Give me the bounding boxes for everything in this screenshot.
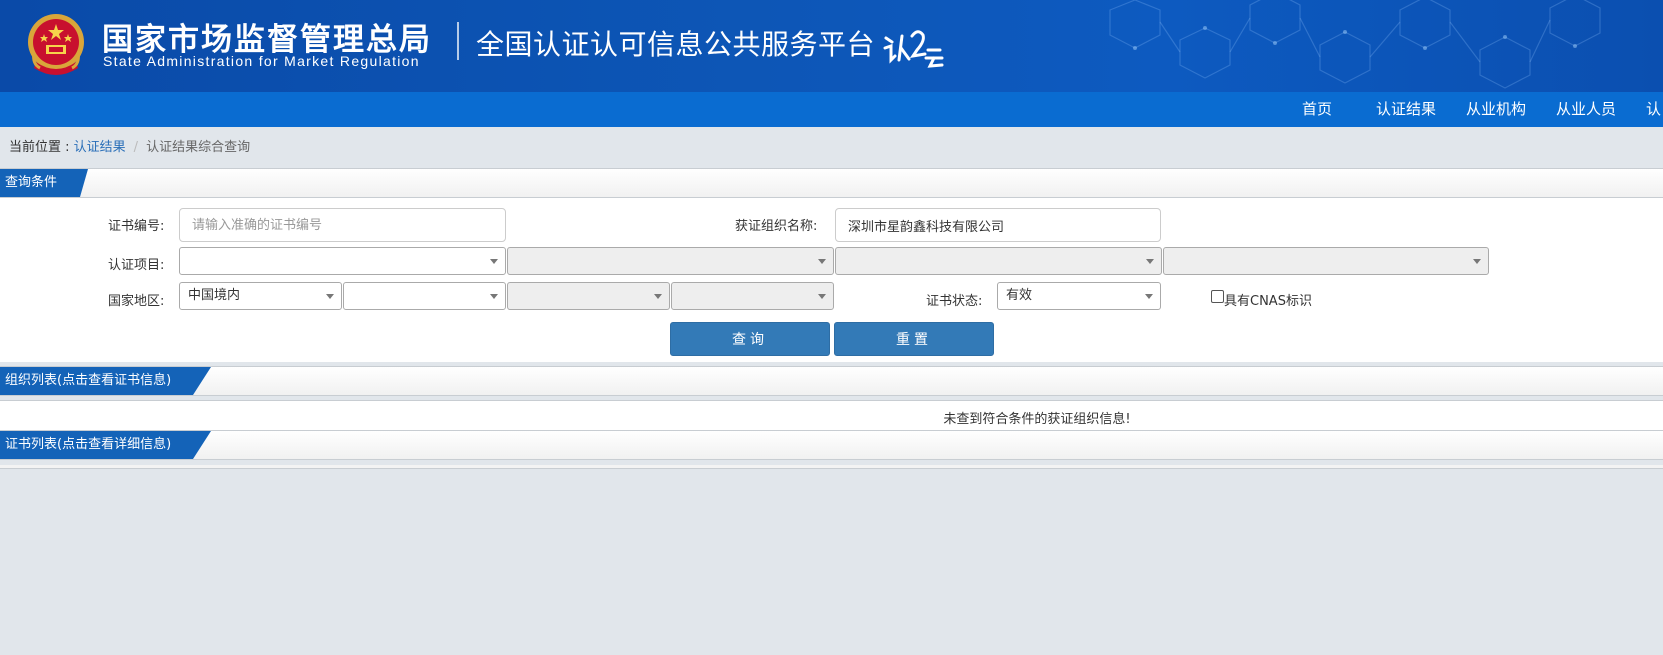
cert-no-label: 证书编号: <box>108 219 165 234</box>
breadcrumb: 当前位置 : 认证结果 / 认证结果综合查询 <box>9 136 250 155</box>
org-name-label: 获证组织名称: <box>735 219 818 234</box>
search-button[interactable]: 查询 <box>670 322 830 356</box>
cert-section-title: 证书列表(点击查看详细信息) <box>0 431 211 459</box>
ren-yun-logo-icon[interactable] <box>882 22 946 68</box>
national-emblem-icon <box>28 14 84 75</box>
reset-button[interactable]: 重置 <box>834 322 994 356</box>
query-section-title: 查询条件 <box>0 169 88 197</box>
org-section-title: 组织列表(点击查看证书信息) <box>0 367 211 395</box>
cert-project-select-4[interactable] <box>1163 247 1489 275</box>
site-header: 国家市场监督管理总局 State Administration for Mark… <box>0 0 1663 92</box>
chevron-down-icon <box>1146 259 1154 264</box>
cert-status-select[interactable]: 有效 <box>997 282 1161 310</box>
breadcrumb-prefix: 当前位置 : <box>9 140 74 155</box>
chevron-down-icon <box>490 259 498 264</box>
nav-item-personnel[interactable]: 从业人员 <box>1556 92 1616 127</box>
cert-status-label: 证书状态: <box>926 294 983 309</box>
cert-project-select-2[interactable] <box>507 247 834 275</box>
region-select-4[interactable] <box>671 282 834 310</box>
agency-name-en: State Administration for Market Regulati… <box>103 53 420 69</box>
cert-project-select-3[interactable] <box>835 247 1162 275</box>
breadcrumb-link[interactable]: 认证结果 <box>74 140 126 155</box>
platform-title: 全国认证认可信息公共服务平台 <box>476 28 876 61</box>
chevron-down-icon <box>818 259 826 264</box>
cert-no-input[interactable] <box>179 208 506 242</box>
breadcrumb-current: 认证结果综合查询 <box>146 140 251 155</box>
query-section-header: 查询条件 <box>0 168 1663 198</box>
hexagon-network-decoration <box>1109 0 1601 89</box>
chevron-down-icon <box>490 294 498 299</box>
chevron-down-icon <box>1145 294 1153 299</box>
region-select-2[interactable] <box>343 282 506 310</box>
org-section-header: 组织列表(点击查看证书信息) <box>0 366 1663 396</box>
org-empty-row: 未查到符合条件的获证组织信息! <box>0 400 1663 430</box>
chevron-down-icon <box>326 294 334 299</box>
chevron-down-icon <box>818 294 826 299</box>
org-name-input[interactable] <box>835 208 1161 242</box>
header-divider <box>457 22 459 60</box>
cert-section-header: 证书列表(点击查看详细信息) <box>0 430 1663 460</box>
breadcrumb-separator: / <box>133 140 139 155</box>
cnas-checkbox[interactable] <box>1211 290 1224 303</box>
cnas-label[interactable]: 具有CNAS标识 <box>1224 290 1312 309</box>
chevron-down-icon <box>1473 259 1481 264</box>
cert-project-label: 认证项目: <box>108 258 165 273</box>
nav-item-cert-results[interactable]: 认证结果 <box>1376 92 1436 127</box>
org-empty-message: 未查到符合条件的获证组织信息! <box>943 412 1131 427</box>
nav-item-home[interactable]: 首页 <box>1302 92 1332 127</box>
query-form: 证书编号: 获证组织名称: 认证项目: 国家地区: 中国境内 证书状态: 有效 … <box>0 198 1663 362</box>
chevron-down-icon <box>654 294 662 299</box>
region-select-3[interactable] <box>507 282 670 310</box>
nav-item-more[interactable]: 认 <box>1646 92 1661 127</box>
cert-project-select-1[interactable] <box>179 247 506 275</box>
main-nav: 首页 认证结果 从业机构 从业人员 认 <box>0 92 1663 127</box>
region-select-1[interactable]: 中国境内 <box>179 282 342 310</box>
cert-section-bottom <box>0 465 1663 469</box>
nav-item-institutions[interactable]: 从业机构 <box>1466 92 1526 127</box>
region-label: 国家地区: <box>108 294 165 309</box>
